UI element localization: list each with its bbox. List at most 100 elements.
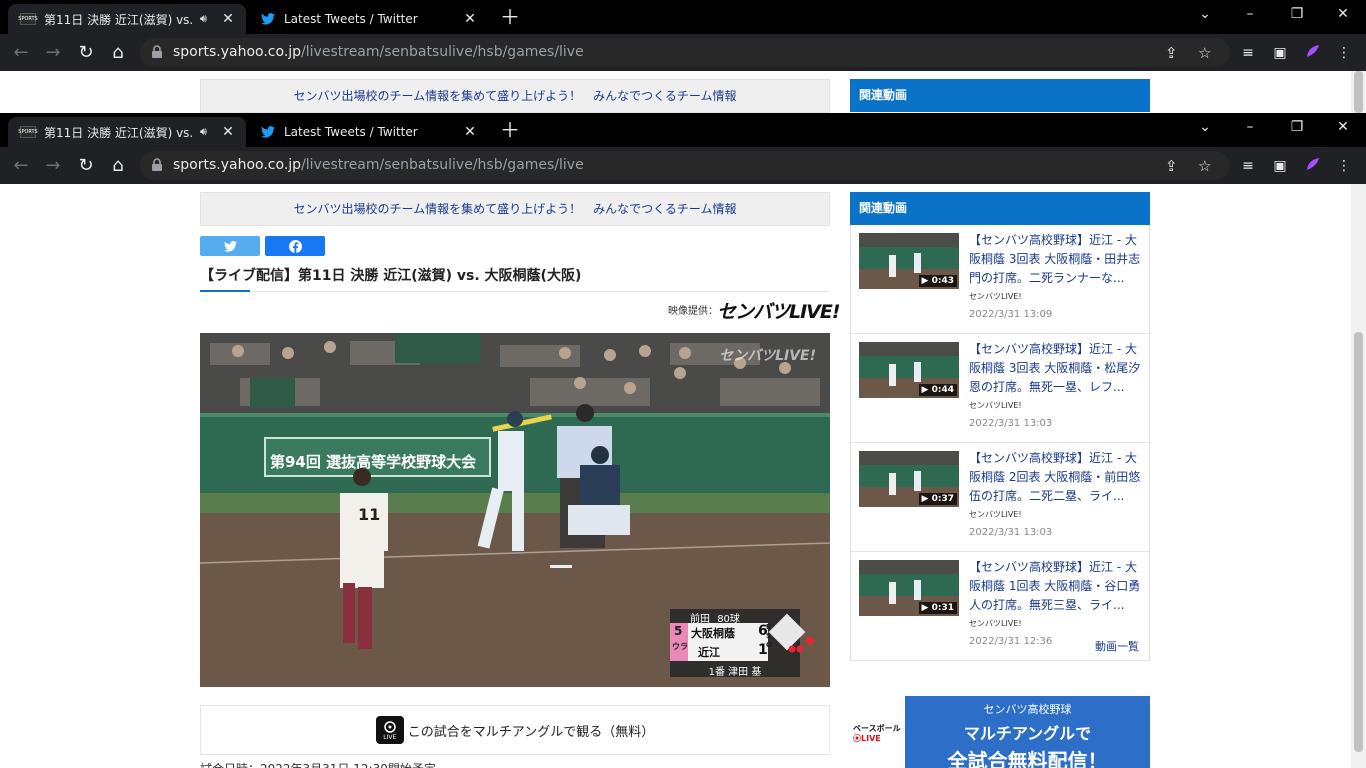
minimize-icon[interactable]: – (1240, 119, 1260, 135)
pitch-count: 80球 (717, 614, 740, 625)
related-video-date: 2022/3/31 12:36 (969, 636, 1053, 647)
video-thumbnail[interactable]: ▶ 0:31 (859, 560, 959, 616)
related-videos-heading: 関連動画 (850, 192, 1150, 225)
tab-search-icon[interactable]: ⌄ (1195, 6, 1215, 22)
batter-info: 1番 津田 基 (708, 667, 762, 678)
tab-title: Latest Tweets / Twitter (284, 125, 418, 139)
address-bar[interactable]: sports.yahoo.co.jp/livestream/senbatsuli… (140, 38, 1230, 67)
bookmark-star-icon[interactable]: ☆ (1198, 44, 1211, 62)
menu-icon[interactable]: ⋮ (1334, 43, 1354, 63)
scrollbar[interactable] (1351, 184, 1366, 768)
tab-twitter[interactable]: Latest Tweets / Twitter ✕ (248, 4, 488, 34)
match-date: 試合日時：2022年3月31日 12:30開始予定 (200, 760, 436, 768)
close-tab-icon[interactable]: ✕ (220, 11, 236, 27)
related-video-title[interactable]: 【センバツ高校野球】近江 - 大阪桐蔭 3回表 大阪桐蔭・田井志門の打席。二死ラ… (969, 231, 1141, 288)
page-partial: センバツ出場校のチーム情報を集めて盛り上げよう！ みんなでつくるチーム情報 関連… (0, 71, 1366, 113)
forward-icon[interactable]: → (42, 155, 64, 177)
video-duration: ▶ 0:37 (918, 493, 957, 505)
share-icon[interactable]: ⇪ (1165, 157, 1178, 175)
back-icon[interactable]: ← (10, 155, 32, 177)
related-videos-heading: 関連動画 (850, 79, 1150, 112)
close-tab-icon[interactable]: ✕ (462, 11, 478, 27)
related-video-item[interactable]: ▶ 0:43 【センバツ高校野球】近江 - 大阪桐蔭 3回表 大阪桐蔭・田井志門の… (851, 225, 1149, 334)
side-panel-icon[interactable]: ▣ (1270, 43, 1290, 63)
menu-icon[interactable]: ⋮ (1334, 156, 1354, 176)
related-video-date: 2022/3/31 13:03 (969, 527, 1053, 538)
team-info-banner[interactable]: センバツ出場校のチーム情報を集めて盛り上げよう！ みんなでつくるチーム情報 (200, 79, 830, 113)
facebook-share-button[interactable] (265, 236, 325, 256)
new-tab-icon[interactable]: ＋ (500, 7, 520, 27)
home-icon[interactable]: ⌂ (107, 42, 129, 64)
media-controls-icon[interactable]: ≡ (1238, 43, 1258, 63)
tab-twitter[interactable]: Latest Tweets / Twitter ✕ (248, 117, 488, 147)
reload-icon[interactable]: ↻ (75, 155, 97, 177)
restore-icon[interactable]: ❐ (1287, 6, 1307, 22)
speaker-icon[interactable]: 🔊︎ (200, 12, 207, 26)
url-text: sports.yahoo.co.jp/livestream/senbatsuli… (173, 157, 584, 173)
out-label: O (766, 641, 772, 649)
side-panel-icon[interactable]: ▣ (1270, 156, 1290, 176)
strike-label: S (766, 632, 772, 640)
media-controls-icon[interactable]: ≡ (1238, 156, 1258, 176)
twitter-icon (260, 124, 276, 140)
video-list-link[interactable]: 動画一覧 (1095, 638, 1139, 654)
related-videos-list: ▶ 0:43 【センバツ高校野球】近江 - 大阪桐蔭 3回表 大阪桐蔭・田井志門の… (850, 225, 1150, 661)
ad-line-3: 全試合無料配信！ (947, 749, 1108, 768)
minimize-icon[interactable]: – (1240, 6, 1260, 22)
new-tab-icon[interactable]: ＋ (500, 120, 520, 140)
browser-chrome: SPORTS 第11日 決勝 近江(滋賀) vs. 大阪桐蔭(大阪) 🔊︎ ✕ … (0, 113, 1366, 184)
video-thumbnail[interactable]: ▶ 0:44 (859, 342, 959, 398)
video-thumbnail[interactable]: ▶ 0:37 (859, 451, 959, 507)
video-thumbnail[interactable]: ▶ 0:43 (859, 233, 959, 289)
back-icon[interactable]: ← (10, 42, 32, 64)
forward-icon[interactable]: → (42, 42, 64, 64)
related-video-title[interactable]: 【センバツ高校野球】近江 - 大阪桐蔭 2回表 大阪桐蔭・前田悠伍の打席。二死二… (969, 449, 1141, 506)
restore-icon[interactable]: ❐ (1287, 119, 1307, 135)
scrollbar-thumb[interactable] (1354, 332, 1363, 752)
related-video-item[interactable]: ▶ 0:37 【センバツ高校野球】近江 - 大阪桐蔭 2回表 大阪桐蔭・前田悠伍の… (851, 443, 1149, 552)
share-icon[interactable]: ⇪ (1165, 44, 1178, 62)
related-video-item[interactable]: ▶ 0:44 【センバツ高校野球】近江 - 大阪桐蔭 3回表 大阪桐蔭・松尾汐恩の… (851, 334, 1149, 443)
close-window-icon[interactable]: ✕ (1333, 6, 1353, 22)
toolbar: ← → ↻ ⌂ sports.yahoo.co.jp/livestream/se… (0, 34, 1366, 71)
close-tab-icon[interactable]: ✕ (462, 124, 478, 140)
close-window-icon[interactable]: ✕ (1333, 119, 1353, 135)
facebook-icon (288, 239, 302, 253)
tab-active[interactable]: SPORTS 第11日 決勝 近江(滋賀) vs. 大阪桐蔭(大阪) 🔊︎ ✕ (8, 117, 246, 147)
tab-active[interactable]: SPORTS 第11日 決勝 近江(滋賀) vs. 大阪桐蔭(大阪) 🔊︎ ✕ (8, 4, 246, 34)
baseball-live-logo: ベースボール ⦿LIVE (853, 724, 901, 743)
reload-icon[interactable]: ↻ (75, 42, 97, 64)
related-video-title[interactable]: 【センバツ高校野球】近江 - 大阪桐蔭 1回表 大阪桐蔭・谷口勇人の打席。無死三… (969, 558, 1141, 615)
multi-angle-label: この試合をマルチアングルで観る（無料） (407, 724, 655, 740)
url-text: sports.yahoo.co.jp/livestream/senbatsuli… (173, 44, 584, 60)
senbatsu-live-favicon: SPORTS (18, 13, 38, 25)
tab-title: 第11日 決勝 近江(滋賀) vs. 大阪桐蔭(大阪) (44, 12, 194, 27)
video-player[interactable]: 第94回 選抜高等学校野球大会 センバツLIVE! 11 前田 80球 5 ウラ… (200, 333, 830, 687)
video-duration: ▶ 0:31 (918, 602, 957, 614)
close-tab-icon[interactable]: ✕ (220, 124, 236, 140)
home-icon[interactable]: ⌂ (107, 155, 129, 177)
inning-half: ウラ (672, 642, 688, 651)
extension-icon[interactable] (1303, 43, 1323, 63)
senbatsu-live-favicon: SPORTS (18, 126, 38, 138)
address-bar[interactable]: sports.yahoo.co.jp/livestream/senbatsuli… (140, 151, 1230, 180)
team-info-banner[interactable]: センバツ出場校のチーム情報を集めて盛り上げよう！ みんなでつくるチーム情報 (200, 192, 830, 226)
multi-angle-button[interactable]: LIVE この試合をマルチアングルで観る（無料） (200, 705, 830, 755)
twitter-share-button[interactable] (200, 236, 260, 256)
scrollbar[interactable] (1351, 71, 1366, 113)
related-video-title[interactable]: 【センバツ高校野球】近江 - 大阪桐蔭 3回表 大阪桐蔭・松尾汐恩の打席。無死一… (969, 340, 1141, 397)
pitcher-name: 前田 (690, 614, 710, 625)
tab-search-icon[interactable]: ⌄ (1195, 119, 1215, 135)
ad-banner[interactable]: センバツ高校野球 マルチアングルで 全試合無料配信！ (905, 696, 1150, 768)
title-accent-bar (200, 290, 250, 292)
extension-icon[interactable] (1303, 156, 1323, 176)
senbatsu-live-logo: センバツLIVE! (717, 301, 841, 323)
pitcher-jersey-number: 11 (358, 505, 381, 524)
ad-line-2: マルチアングルで (963, 724, 1092, 743)
stadium-sign-text: 第94回 選抜高等学校野球大会 (270, 453, 477, 471)
bookmark-star-icon[interactable]: ☆ (1198, 157, 1211, 175)
provider-label: 映像提供： (668, 306, 718, 317)
related-video-source: センバツLIVE! (969, 510, 1022, 519)
speaker-icon[interactable]: 🔊︎ (200, 125, 207, 139)
twitter-icon (223, 240, 237, 252)
